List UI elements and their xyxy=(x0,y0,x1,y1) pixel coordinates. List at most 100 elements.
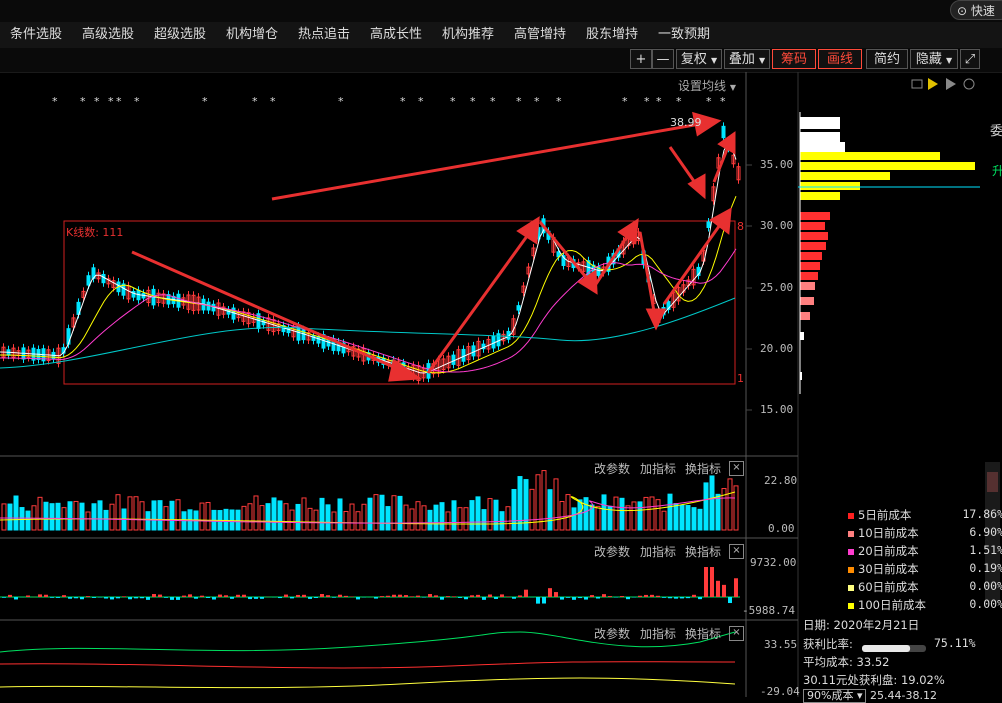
switch-indicator-button[interactable]: 换指标 xyxy=(685,625,721,642)
close-icon[interactable]: × xyxy=(729,461,744,476)
macd-bar xyxy=(662,597,666,598)
cost-legend-row: 20日前成本1.51% xyxy=(848,543,919,559)
chip-bar xyxy=(800,152,940,160)
menu-item[interactable]: 股东增持 xyxy=(586,22,638,48)
macd-bar xyxy=(2,597,6,598)
draw-line-button[interactable]: 画线 xyxy=(818,49,862,69)
candle xyxy=(102,270,105,286)
diejia-dropdown[interactable]: 叠加 ▼ xyxy=(724,49,770,69)
volume-bar xyxy=(320,498,324,530)
price-axis-label: 20.00 xyxy=(760,342,793,355)
switch-indicator-button[interactable]: 换指标 xyxy=(685,543,721,560)
volume-bar xyxy=(692,508,696,530)
volume-bar xyxy=(470,501,474,530)
menu-item[interactable]: 高级选股 xyxy=(82,22,134,48)
macd-bar xyxy=(164,597,168,598)
cost-legend-row: 10日前成本6.90% xyxy=(848,525,919,541)
modify-params-button[interactable]: 改参数 xyxy=(594,543,630,560)
add-indicator-button[interactable]: 加指标 xyxy=(640,543,676,560)
menu-item[interactable]: 一致预期 xyxy=(658,22,710,48)
menu-item[interactable]: 高管增持 xyxy=(514,22,566,48)
fuquan-dropdown[interactable]: 复权 ▼ xyxy=(676,49,722,69)
volume-bar xyxy=(680,505,684,530)
cost-range-select[interactable]: 90%成本 ▾ xyxy=(803,689,866,703)
zoom-out-button[interactable]: — xyxy=(652,49,674,69)
legend-label: 20日前成本 xyxy=(858,544,919,558)
volume-bar xyxy=(476,497,480,530)
candle xyxy=(492,332,495,352)
macd-bar xyxy=(656,596,660,597)
macd-bar xyxy=(476,595,480,597)
macd-bar xyxy=(560,597,564,600)
ma-setting-button[interactable]: 设置均线 ▼ xyxy=(678,77,736,94)
macd-bar xyxy=(146,597,150,600)
zoom-in-button[interactable]: + xyxy=(630,49,652,69)
macd-bar xyxy=(674,597,678,599)
macd-bar xyxy=(290,597,294,598)
ma-line xyxy=(0,196,736,373)
volume-bar xyxy=(446,512,450,530)
trend-annotations[interactable] xyxy=(132,114,734,380)
macd-bar xyxy=(122,596,126,597)
volume-bar xyxy=(644,497,648,530)
candle xyxy=(692,265,695,289)
legend-label: 10日前成本 xyxy=(858,526,919,540)
macd-bar xyxy=(212,597,216,600)
fullscreen-icon[interactable]: ⤢ xyxy=(960,49,980,69)
modify-params-button[interactable]: 改参数 xyxy=(594,460,630,477)
volume-bar xyxy=(308,508,312,530)
profit-bar-fill xyxy=(862,645,910,652)
macd-bar xyxy=(590,595,594,597)
signal-star-icon: * xyxy=(516,95,522,108)
legend-label: 100日前成本 xyxy=(858,598,926,612)
chip-bar xyxy=(800,117,840,129)
volume-bar xyxy=(152,501,156,530)
macd-bar xyxy=(62,595,66,597)
quick-search-button[interactable]: ⊙ 快速 xyxy=(950,0,1002,20)
candle xyxy=(472,342,475,360)
volume-bar xyxy=(356,512,360,530)
hide-dropdown[interactable]: 隐藏 ▼ xyxy=(910,49,958,69)
candle xyxy=(107,275,110,288)
volume-bar xyxy=(728,479,732,530)
profit-ratio-label: 获利比率: xyxy=(803,636,853,652)
volume-bar xyxy=(248,504,252,530)
legend-swatch xyxy=(848,549,854,555)
volume-bar xyxy=(554,479,558,530)
signal-star-icon: * xyxy=(108,95,114,108)
profit-ratio-value: 75.11% xyxy=(934,636,976,650)
macd-bar xyxy=(230,597,234,599)
macd-bar xyxy=(572,597,576,600)
menu-item[interactable]: 热点追击 xyxy=(298,22,350,48)
menu-item[interactable]: 超级选股 xyxy=(154,22,206,48)
scroll-thumb[interactable] xyxy=(987,472,998,492)
volume-bar xyxy=(518,477,522,530)
macd-bar xyxy=(416,596,420,597)
menu-item[interactable]: 机构推荐 xyxy=(442,22,494,48)
volume-bar xyxy=(572,508,576,530)
simple-mode-button[interactable]: 简约 xyxy=(866,49,908,69)
chip-toggle-button[interactable]: 筹码 xyxy=(772,49,816,69)
modify-params-button[interactable]: 改参数 xyxy=(594,625,630,642)
volume-bar xyxy=(614,497,618,530)
close-icon[interactable]: × xyxy=(729,544,744,559)
menu-item[interactable]: 高成长性 xyxy=(370,22,422,48)
volume-bar xyxy=(368,498,372,530)
box-bottom-value: 1 xyxy=(737,372,744,385)
macd-bar xyxy=(86,596,90,597)
candle xyxy=(722,122,725,141)
close-icon[interactable]: × xyxy=(729,626,744,641)
signal-star-icon: * xyxy=(706,95,712,108)
legend-pct: 6.90% xyxy=(934,525,1002,539)
third-axis-bottom: -29.04 xyxy=(760,685,800,698)
candle xyxy=(452,351,455,368)
switch-indicator-button[interactable]: 换指标 xyxy=(685,460,721,477)
add-indicator-button[interactable]: 加指标 xyxy=(640,625,676,642)
menu-item[interactable]: 条件选股 xyxy=(10,22,62,48)
candle xyxy=(477,337,480,360)
menu-item[interactable]: 机构增仓 xyxy=(226,22,278,48)
volume-bar xyxy=(242,506,246,530)
add-indicator-button[interactable]: 加指标 xyxy=(640,460,676,477)
volume-bar xyxy=(668,494,672,530)
macd-bar xyxy=(440,597,444,600)
